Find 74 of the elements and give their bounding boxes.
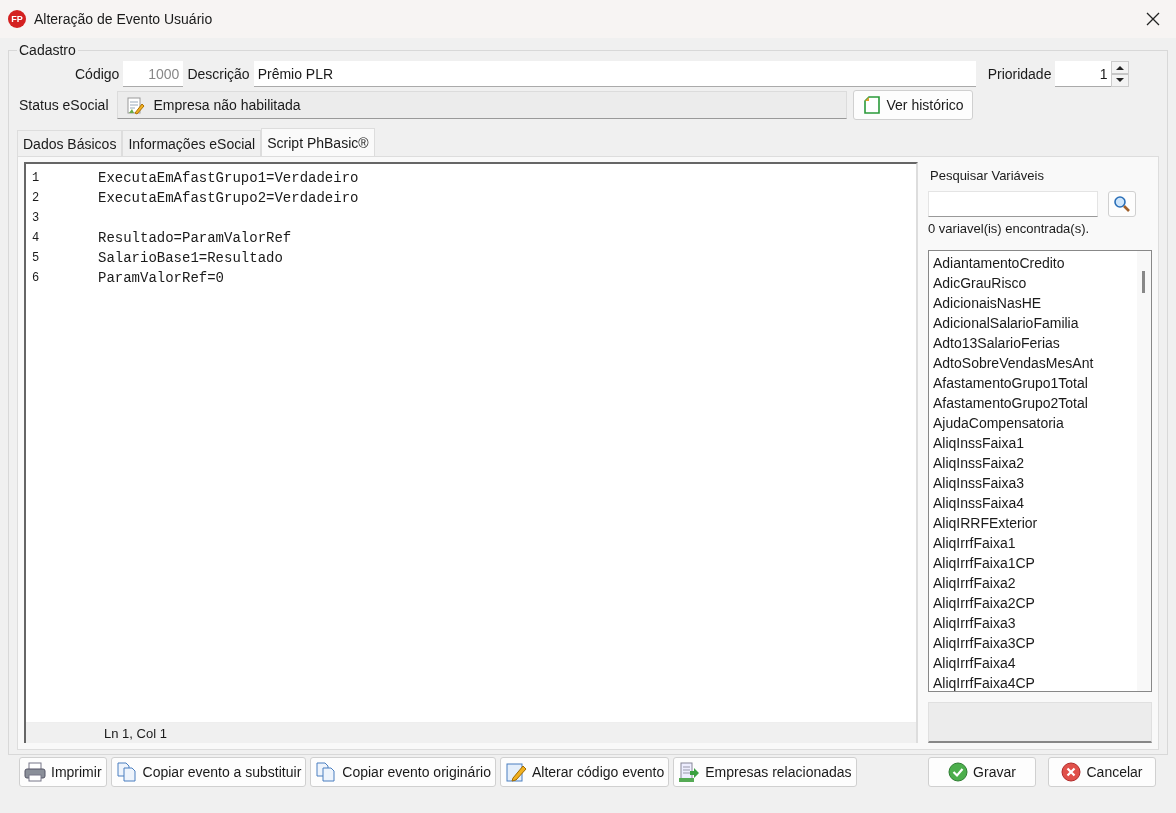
code-line: Resultado=ParamValorRef xyxy=(98,230,292,246)
dialog-button[interactable]: Cancelar xyxy=(1048,757,1156,787)
list-item[interactable]: AdiantamentoCredito xyxy=(933,253,1137,273)
code-line: ParamValorRef=0 xyxy=(98,270,225,286)
list-item[interactable]: AjudaCompensatoria xyxy=(933,413,1137,433)
line-number: 3 xyxy=(31,211,41,225)
list-item[interactable]: AfastamentoGrupo2Total xyxy=(933,393,1137,413)
dialog-button[interactable]: Gravar xyxy=(928,757,1036,787)
document-pencil-icon xyxy=(125,95,146,115)
line-number: 5 xyxy=(31,251,41,265)
pencil-icon xyxy=(504,761,527,783)
printer-icon xyxy=(24,761,46,783)
list-item[interactable]: Adto13SalarioFerias xyxy=(933,333,1137,353)
list-item[interactable]: AdicionaisNasHE xyxy=(933,293,1137,313)
toolbar-button[interactable]: Copiar evento originário xyxy=(310,757,496,787)
list-item[interactable]: AliqInssFaixa4 xyxy=(933,493,1137,513)
field-label: Código xyxy=(75,66,120,82)
search-icon xyxy=(1113,195,1131,213)
cursor-position: Ln 1, Col 1 xyxy=(104,725,167,741)
check-icon xyxy=(948,762,969,782)
list-item[interactable]: AliqInssFaixa2 xyxy=(933,453,1137,473)
list-item[interactable]: AdtoSobreVendasMesAnt xyxy=(933,353,1137,373)
code-line: SalarioBase1=Resultado xyxy=(98,250,283,266)
list-item[interactable]: AliqIrrfFaixa4 xyxy=(933,653,1137,673)
priority-field[interactable]: 1 xyxy=(1055,61,1112,87)
line-number: 1 xyxy=(31,171,41,185)
code-line: ExecutaEmAfastGrupo1=Verdadeiro xyxy=(98,170,359,186)
toolbar-button[interactable]: Alterar código evento xyxy=(499,757,670,787)
field-label: Descrição xyxy=(187,66,250,82)
code-field[interactable]: 1000 xyxy=(123,61,184,87)
list-item[interactable]: AliqInssFaixa1 xyxy=(933,433,1137,453)
list-item[interactable]: AdicGrauRisco xyxy=(933,273,1137,293)
list-item[interactable]: AliqIrrfFaixa3CP xyxy=(933,633,1137,653)
list-item[interactable]: AfastamentoGrupo1Total xyxy=(933,373,1137,393)
document-icon xyxy=(861,95,882,115)
toolbar-button[interactable]: Copiar evento a substituir xyxy=(110,757,307,787)
copy-icon xyxy=(315,761,338,783)
field-label: Prioridade xyxy=(987,66,1052,82)
history-button[interactable]: Ver histórico xyxy=(852,90,973,120)
description-field[interactable]: Prêmio PLR xyxy=(253,61,976,87)
group-title: Cadastro xyxy=(17,42,78,58)
toolbar-button[interactable]: Empresas relacionadas xyxy=(673,757,857,787)
app-logo: FP xyxy=(8,10,26,28)
tab[interactable]: Dados Básicos xyxy=(17,130,123,156)
result-count: 0 variavel(is) encontrada(s). xyxy=(928,221,1091,236)
search-field[interactable] xyxy=(928,191,1098,217)
scrollbar[interactable] xyxy=(1137,251,1151,691)
line-number: 2 xyxy=(31,191,41,205)
list-item[interactable]: AdicionalSalarioFamilia xyxy=(933,313,1137,333)
tab[interactable]: Script PhBasic® xyxy=(261,128,375,156)
cancel-icon xyxy=(1061,762,1082,782)
list-item[interactable]: AliqIrrfFaixa2 xyxy=(933,573,1137,593)
line-number: 6 xyxy=(31,271,41,285)
window-title: Alteração de Evento Usuário xyxy=(34,11,213,27)
list-item[interactable]: AliqIrrfFaixa3 xyxy=(933,613,1137,633)
list-item[interactable]: AliqIrrfFaixa1CP xyxy=(933,553,1137,573)
field-label: Status eSocial xyxy=(19,97,109,113)
list-item[interactable]: AliqIrrfFaixa2CP xyxy=(933,593,1137,613)
close-icon[interactable] xyxy=(1146,12,1160,26)
line-number: 4 xyxy=(31,231,41,245)
code-line: ExecutaEmAfastGrupo2=Verdadeiro xyxy=(98,190,359,206)
spinner-icon[interactable] xyxy=(1111,61,1130,87)
code-editor[interactable]: 1 ExecutaEmAfastGrupo1=Verdadeiro 2 ExecutaEmAfastGrupo2=Verdadeiro 3 4 Resultado=ParamValorRef 5 SalarioBase1=Resultado 6 ParamValorRef=0 Ln 1, Col 1 xyxy=(24,162,918,743)
search-label: Pesquisar Variáveis xyxy=(930,168,1045,183)
search-button[interactable] xyxy=(1108,191,1136,217)
tab[interactable]: Informações eSocial xyxy=(122,130,262,156)
list-item[interactable]: AliqIrrfFaixa4CP xyxy=(933,673,1137,691)
list-item[interactable]: AliqIRRFExterior xyxy=(933,513,1137,533)
toolbar-button[interactable]: Imprimir xyxy=(19,757,107,787)
copy-icon xyxy=(115,761,138,783)
list-item[interactable]: AliqInssFaixa3 xyxy=(933,473,1137,493)
status-field: Empresa não habilitada xyxy=(116,91,847,119)
building-arrow-icon xyxy=(678,761,701,783)
list-item[interactable]: AliqIrrfFaixa1 xyxy=(933,533,1137,553)
